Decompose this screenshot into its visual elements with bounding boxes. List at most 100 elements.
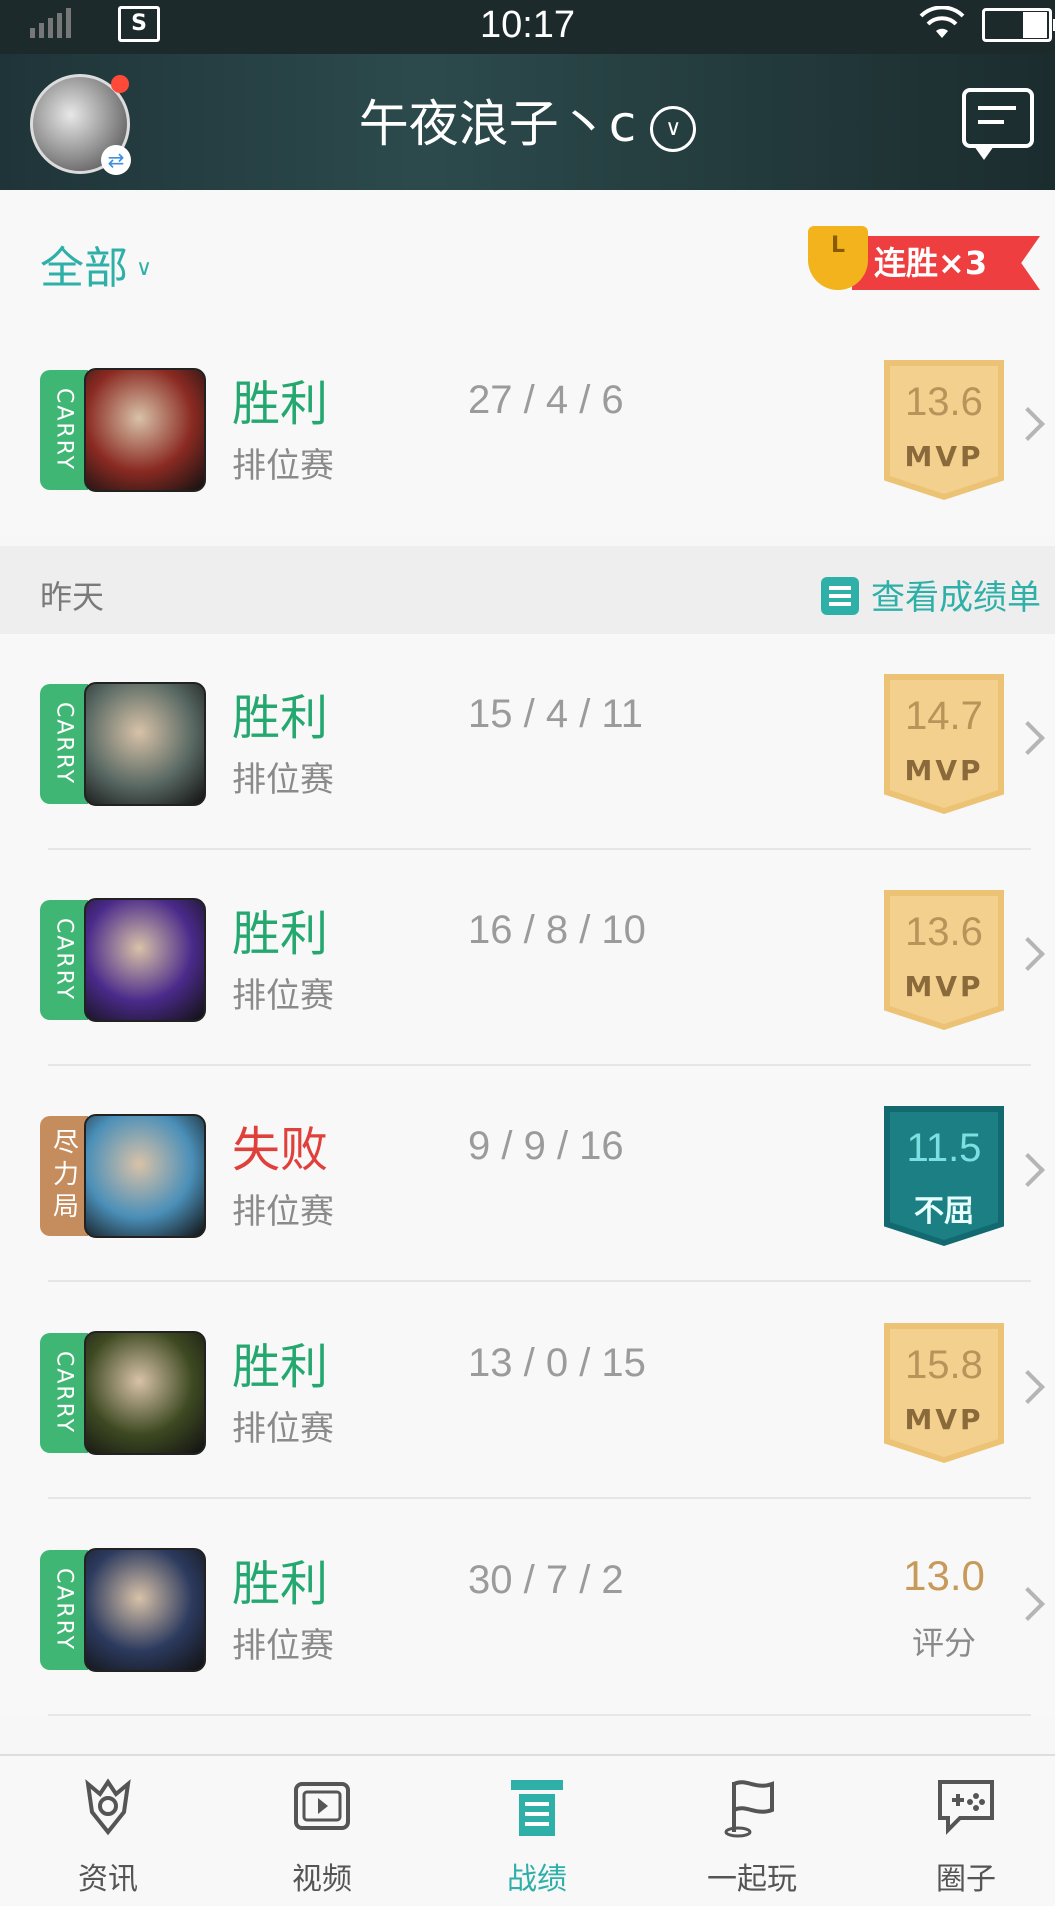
filter-dropdown[interactable]: 全部 ∨ (40, 232, 152, 296)
match-kda: 13 / 0 / 15 (468, 1341, 646, 1385)
score-value: 13.6 (905, 380, 983, 424)
message-icon[interactable] (962, 88, 1034, 160)
match-mode: 排位赛 (232, 1409, 334, 1449)
streak-text: 连胜×3 (852, 236, 1040, 290)
row-divider (48, 1497, 1031, 1499)
tab-label: 资讯 (78, 1862, 138, 1897)
match-mode: 排位赛 (232, 446, 334, 486)
report-link[interactable]: 查看成绩单 (821, 570, 1041, 619)
chevron-down-icon: ∨ (650, 106, 697, 152)
report-link-label: 查看成绩单 (871, 578, 1041, 618)
tab-label: 视频 (292, 1862, 352, 1897)
champion-portrait (84, 898, 206, 1022)
tab-records[interactable]: 战绩 (457, 1776, 617, 1898)
match-result: 胜利 (232, 1556, 329, 1612)
mvp-badge: 13.6 MVP (884, 360, 1004, 500)
carry-tag: CARRY (40, 1550, 88, 1670)
match-row[interactable]: CARRY 胜利排位赛 27 / 4 / 6 13.6 MVP (0, 320, 1055, 536)
badge-label: MVP (904, 1403, 984, 1436)
match-mode: 排位赛 (232, 760, 334, 800)
header: ⇄ 午夜浪子丶c ∨ (0, 54, 1055, 190)
match-result: 胜利 (232, 906, 329, 962)
score-label: 评分 (911, 1624, 976, 1662)
tab-label: 战绩 (507, 1862, 567, 1897)
tab-news[interactable]: 资讯 (28, 1776, 188, 1898)
chevron-down-icon: ∨ (136, 256, 153, 281)
champion-portrait (84, 1114, 206, 1238)
match-mode: 排位赛 (232, 1626, 334, 1666)
status-bar: S 10:17 (0, 0, 1055, 54)
trophy-icon: L (808, 226, 868, 290)
username: 午夜浪子丶c (358, 95, 637, 153)
match-row[interactable]: CARRY 胜利排位赛 15 / 4 / 11 14.7 MVP (0, 634, 1055, 850)
carry-tag: CARRY (40, 1333, 88, 1453)
match-kda: 27 / 4 / 6 (468, 378, 624, 422)
carry-tag: CARRY (40, 370, 88, 490)
match-result: 胜利 (232, 1339, 329, 1395)
tag-label: 尽力局 (48, 1128, 79, 1224)
row-divider (48, 1280, 1031, 1282)
score-value: 13.0 (903, 1552, 985, 1599)
score-value: 13.6 (905, 910, 983, 954)
match-result: 胜利 (232, 690, 329, 746)
mvp-badge: 15.8 MVP (884, 1323, 1004, 1463)
list-icon (821, 577, 859, 615)
effort-tag: 尽力局 (40, 1116, 88, 1236)
champion-portrait (84, 368, 206, 492)
badge-label: MVP (904, 440, 984, 473)
account-switcher[interactable]: 午夜浪子丶c ∨ (0, 84, 1055, 156)
news-icon (85, 1778, 131, 1836)
score-box: 13.0 评分 (884, 1552, 1004, 1664)
chat-gamepad-icon (938, 1780, 994, 1835)
champion-portrait (84, 1331, 206, 1455)
match-mode: 排位赛 (232, 1192, 334, 1232)
mvp-badge: 14.7 MVP (884, 674, 1004, 814)
match-kda: 9 / 9 / 16 (468, 1124, 624, 1168)
tag-label: CARRY (51, 388, 77, 472)
chevron-right-icon (1011, 721, 1045, 755)
day-section-header: 昨天 查看成绩单 (0, 546, 1055, 634)
badge-label: MVP (904, 970, 984, 1003)
badge-label: MVP (904, 754, 984, 787)
filter-label: 全部 (40, 243, 128, 294)
bottom-tab-bar: 资讯 视频 战绩 一起玩 圈子 (0, 1754, 1055, 1906)
chevron-right-icon (1011, 1153, 1045, 1187)
carry-tag: CARRY (40, 900, 88, 1020)
status-time: 10:17 (479, 4, 576, 46)
tab-label: 圈子 (936, 1862, 996, 1897)
tab-circle[interactable]: 圈子 (886, 1776, 1046, 1898)
score-value: 15.8 (905, 1343, 983, 1387)
battery-icon (982, 8, 1055, 42)
match-result: 失败 (232, 1122, 329, 1178)
champion-portrait (84, 1548, 206, 1672)
chevron-right-icon (1011, 1370, 1045, 1404)
match-row[interactable]: 尽力局 失败排位赛 9 / 9 / 16 11.5 不屈 (0, 1066, 1055, 1282)
tag-label: CARRY (51, 1568, 77, 1652)
score-value: 11.5 (906, 1126, 982, 1170)
tab-play-together[interactable]: 一起玩 (672, 1776, 832, 1898)
match-kda: 30 / 7 / 2 (468, 1558, 624, 1602)
chevron-right-icon (1011, 407, 1045, 441)
match-kda: 15 / 4 / 11 (468, 692, 643, 736)
match-row[interactable]: CARRY 胜利排位赛 30 / 7 / 2 13.0 评分 (0, 1500, 1055, 1716)
badge-label: 不屈 (914, 1194, 974, 1229)
tag-label: CARRY (51, 702, 77, 786)
tab-video[interactable]: 视频 (242, 1776, 402, 1898)
match-row[interactable]: CARRY 胜利 排位赛 16 / 8 / 10 13.6 MVP (0, 850, 1055, 1066)
flag-icon (724, 1780, 774, 1838)
tag-label: CARRY (51, 918, 77, 1002)
record-icon (511, 1780, 563, 1836)
filter-bar: 全部 ∨ 连胜×3 L (0, 190, 1055, 322)
row-divider (48, 1714, 1031, 1716)
mvp-badge: 13.6 MVP (884, 890, 1004, 1030)
champion-portrait (84, 682, 206, 806)
match-row[interactable]: CARRY 胜利排位赛 13 / 0 / 15 15.8 MVP (0, 1283, 1055, 1499)
chevron-right-icon (1011, 1587, 1045, 1621)
tab-label: 一起玩 (707, 1862, 797, 1897)
carry-tag: CARRY (40, 684, 88, 804)
score-value: 14.7 (905, 694, 983, 738)
chevron-right-icon (1011, 937, 1045, 971)
match-result: 胜利 (232, 376, 329, 432)
day-label: 昨天 (40, 578, 105, 616)
video-icon (294, 1782, 350, 1830)
